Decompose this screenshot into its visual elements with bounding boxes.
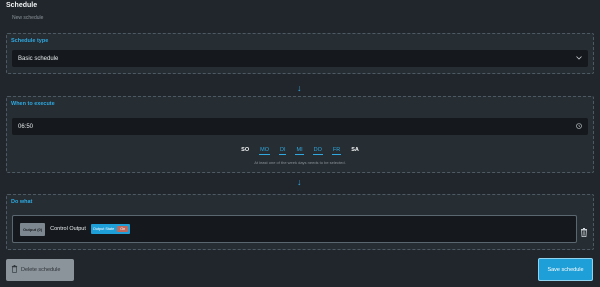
chevron-down-icon [576,55,582,62]
clock-icon [576,122,582,131]
trash-icon [11,265,18,275]
day-toggle-so[interactable]: SO [240,147,250,155]
down-arrow-icon: ↓ [297,177,302,187]
when-to-execute-label: When to execute [11,101,55,107]
action-row[interactable]: Output (0) Control Output Output State O… [12,215,577,243]
output-tag: Output (0) [20,222,46,236]
day-toggle-do[interactable]: DO [312,147,323,155]
day-toggle-fr[interactable]: FR [331,147,342,155]
page-subtitle: New schedule [12,15,44,21]
weekday-hint: At least one of the week days needs to b… [254,160,346,165]
output-state-key: Output State [92,227,115,231]
trash-icon[interactable] [580,224,588,237]
save-schedule-label: Save schedule [547,266,584,273]
time-input[interactable]: 06:50 [12,118,588,135]
time-value: 06:50 [18,123,34,130]
schedule-type-value: Basic schedule [18,55,59,62]
down-arrow-icon: ↓ [297,83,302,93]
day-toggle-mo[interactable]: MO [259,147,270,155]
when-to-execute-panel: When to execute 06:50 SO MO DI MI DO FR … [6,96,594,173]
day-toggle-di[interactable]: DI [278,147,287,155]
day-toggle-sa[interactable]: SA [350,147,360,155]
output-state-value: On [117,226,129,232]
weekday-selector: SO MO DI MI DO FR SA [7,147,593,155]
schedule-type-label: Schedule type [11,38,49,44]
do-what-label: Do what [11,199,33,205]
schedule-type-select[interactable]: Basic schedule [12,50,588,67]
schedule-type-panel: Schedule type Basic schedule [6,33,594,74]
delete-schedule-label: Delete schedule [21,267,61,273]
delete-schedule-button[interactable]: Delete schedule [6,259,74,281]
action-label: Control Output [50,226,86,232]
output-state-pill[interactable]: Output State On [90,224,131,234]
day-toggle-mi[interactable]: MI [295,147,304,155]
page-title: Schedule [6,2,38,9]
save-schedule-button[interactable]: Save schedule [538,258,593,281]
do-what-panel: Do what Output (0) Control Output Output… [6,194,594,250]
